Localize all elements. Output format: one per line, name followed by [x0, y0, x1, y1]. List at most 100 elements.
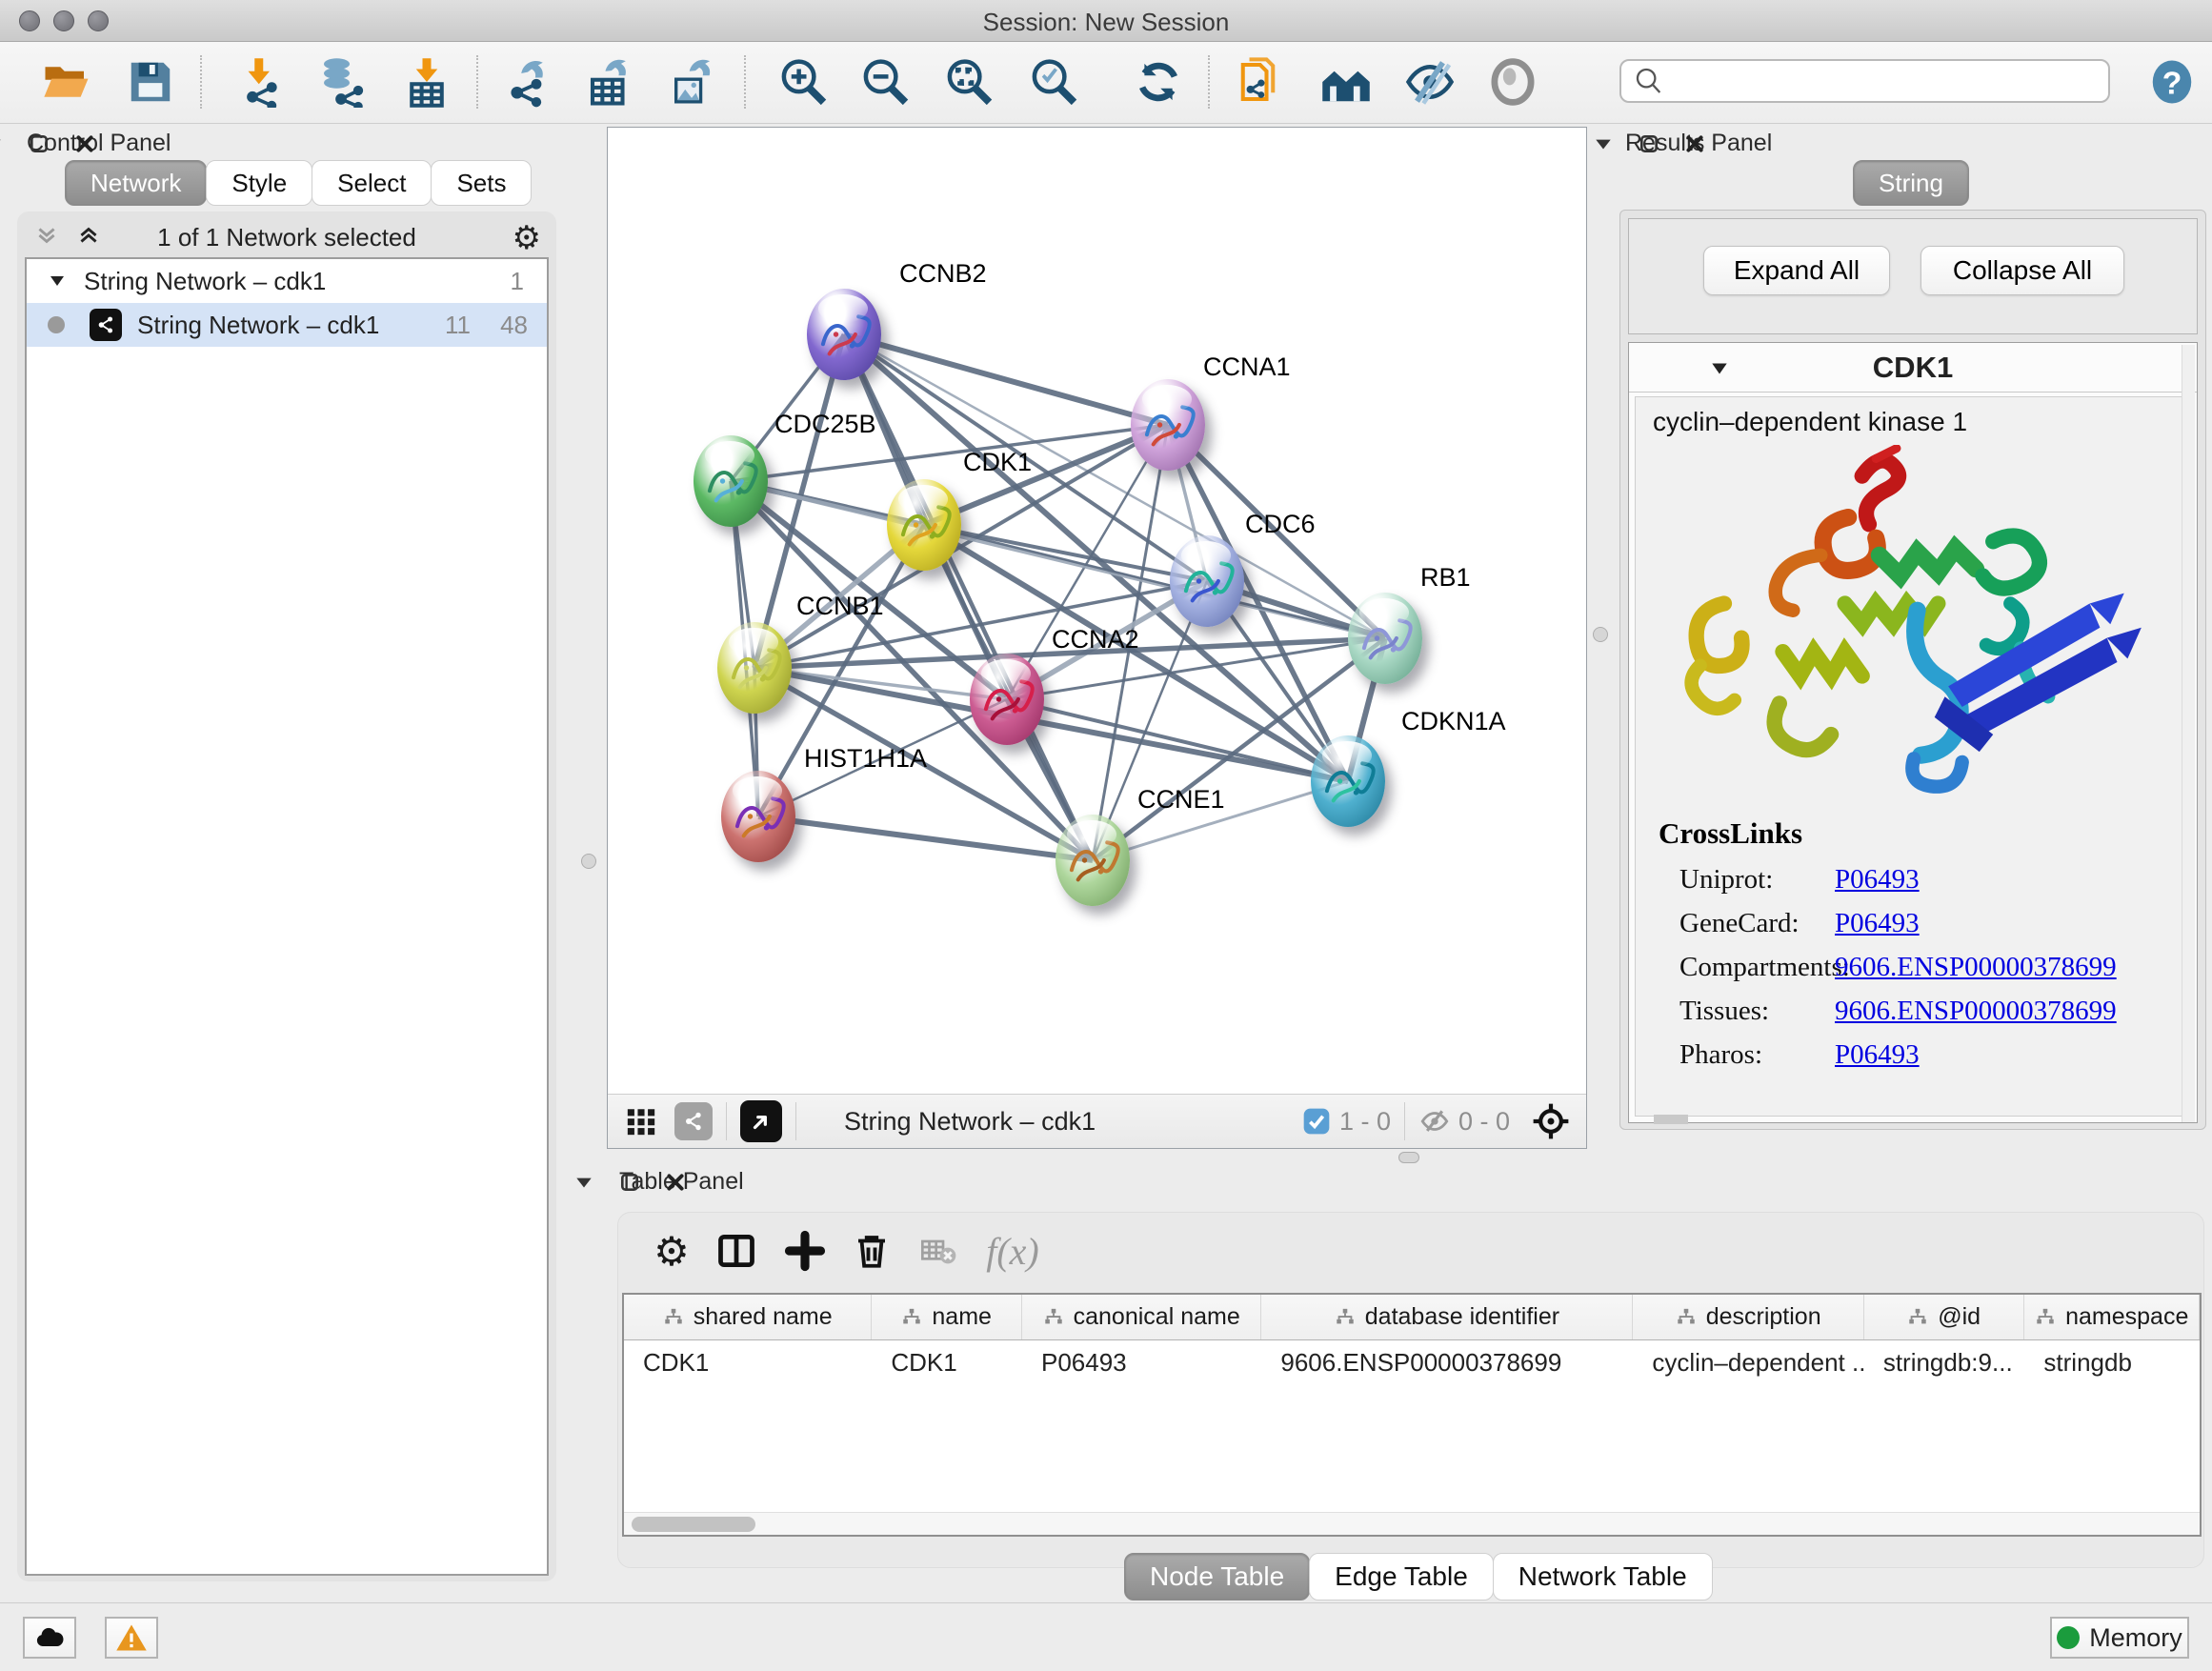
table-cell[interactable]: stringdb:9... [1864, 1340, 2025, 1384]
share-view-icon[interactable] [674, 1102, 713, 1140]
export-network-icon[interactable] [499, 53, 556, 111]
save-session-icon[interactable] [122, 53, 179, 111]
first-neighbors-icon[interactable] [1234, 53, 1291, 111]
expand-all-button[interactable]: Expand All [1703, 246, 1890, 295]
panel-float-icon[interactable] [1639, 133, 1659, 154]
results-scrollbar[interactable] [2182, 345, 2195, 1122]
column-header-database-identifier[interactable]: database identifier [1261, 1295, 1633, 1339]
home-layout-icon[interactable] [1317, 53, 1375, 111]
network-node-ccnb2[interactable] [807, 289, 881, 380]
crosslink-link[interactable]: 9606.ENSP00000378699 [1835, 952, 2117, 996]
cloud-status-button[interactable] [23, 1617, 76, 1659]
tab-network[interactable]: Network [65, 160, 207, 206]
help-icon[interactable]: ? [2145, 53, 2199, 111]
table-cell[interactable]: 9606.ENSP00000378699 [1261, 1340, 1633, 1384]
panel-float-icon[interactable] [29, 133, 50, 154]
vertical-splitter-handle-left[interactable] [581, 854, 596, 869]
delete-icon[interactable] [845, 1224, 898, 1278]
table-horizontal-scrollbar[interactable] [624, 1512, 2200, 1535]
panel-collapse-icon[interactable] [0, 133, 4, 154]
table-cell[interactable]: CDK1 [872, 1340, 1022, 1384]
network-node-ccna2[interactable] [970, 654, 1044, 745]
preview-eye-icon[interactable] [1484, 53, 1541, 111]
network-node-cdkn1a[interactable] [1311, 735, 1385, 827]
footer-separator [1404, 1102, 1405, 1140]
memory-button[interactable]: Memory [2050, 1617, 2189, 1659]
add-column-icon[interactable] [778, 1224, 832, 1278]
crosshair-icon[interactable] [1531, 1101, 1571, 1141]
tree-expander-icon[interactable] [48, 272, 67, 291]
tab-edge-table[interactable]: Edge Table [1309, 1553, 1494, 1601]
column-header-shared-name[interactable]: shared name [624, 1295, 872, 1339]
network-node-cdc6[interactable] [1170, 535, 1244, 627]
network-node-hist1h1a[interactable] [721, 771, 795, 862]
selected-checkbox[interactable] [1301, 1106, 1332, 1137]
search-input[interactable] [1619, 59, 2110, 103]
delete-table-icon[interactable] [912, 1224, 965, 1278]
column-header-name[interactable]: name [872, 1295, 1022, 1339]
network-node-ccnb1[interactable] [717, 622, 792, 714]
tab-style[interactable]: Style [206, 160, 312, 206]
tab-select[interactable]: Select [312, 160, 432, 206]
panel-float-icon[interactable] [619, 1172, 640, 1193]
table-cell[interactable]: CDK1 [624, 1340, 872, 1384]
import-database-icon[interactable] [312, 53, 370, 111]
gene-card-header[interactable]: CDK1 [1629, 343, 2197, 393]
open-session-icon[interactable] [38, 53, 95, 111]
scrollbar-thumb[interactable] [632, 1517, 755, 1532]
network-row-selected[interactable]: String Network – cdk1 11 48 [27, 303, 547, 347]
refresh-icon[interactable] [1130, 53, 1187, 111]
table-cell[interactable]: P06493 [1022, 1340, 1261, 1384]
tab-node-table[interactable]: Node Table [1124, 1553, 1310, 1601]
grid-view-icon[interactable] [625, 1105, 657, 1137]
zoom-fit-icon[interactable] [939, 53, 996, 111]
import-network-icon[interactable] [232, 53, 290, 111]
column-header-namespace[interactable]: namespace [2024, 1295, 2200, 1339]
tab-network-table[interactable]: Network Table [1493, 1553, 1713, 1601]
horizontal-splitter-handle[interactable] [1398, 1152, 1419, 1163]
gear-icon[interactable]: ⚙ [645, 1224, 698, 1278]
crosslink-link[interactable]: P06493 [1835, 1039, 1920, 1083]
crosslink-link[interactable]: P06493 [1835, 908, 1920, 952]
split-columns-icon[interactable] [710, 1224, 763, 1278]
network-node-ccna1[interactable] [1131, 379, 1205, 471]
vertical-splitter-handle-right[interactable] [1593, 627, 1608, 642]
export-image-icon[interactable] [663, 53, 720, 111]
table-cell[interactable]: cyclin–dependent ... [1633, 1340, 1863, 1384]
crosslink-link[interactable]: P06493 [1835, 864, 1920, 908]
network-canvas[interactable]: CCNB2 CCNA1 CDC25B CDK1 CDC6 RB1 [608, 128, 1586, 1094]
panel-close-icon[interactable] [1684, 133, 1705, 154]
network-node-cdk1[interactable] [887, 479, 961, 571]
panel-close-icon[interactable] [665, 1172, 686, 1193]
tab-sets[interactable]: Sets [431, 160, 532, 206]
column-header-canonical-name[interactable]: canonical name [1022, 1295, 1261, 1339]
zoom-selected-icon[interactable] [1024, 53, 1081, 111]
panel-close-icon[interactable] [74, 133, 95, 154]
warning-status-button[interactable] [105, 1617, 158, 1659]
panel-collapse-icon[interactable] [1593, 133, 1614, 154]
zoom-out-icon[interactable] [855, 53, 913, 111]
node-table[interactable]: shared name name canonical name database… [622, 1293, 2202, 1537]
crosslink-link[interactable]: 9606.ENSP00000378699 [1835, 996, 2117, 1039]
table-cell[interactable]: stringdb [2024, 1340, 2200, 1384]
function-builder[interactable]: f(x) [986, 1224, 1039, 1278]
network-options-gear-icon[interactable]: ⚙ [513, 219, 541, 257]
network-view: CCNB2 CCNA1 CDC25B CDK1 CDC6 RB1 [607, 127, 1587, 1149]
table-row[interactable]: CDK1CDK1P064939606.ENSP00000378699cyclin… [624, 1340, 2200, 1384]
network-node-cdc25b[interactable] [694, 435, 768, 527]
import-table-icon[interactable] [398, 53, 455, 111]
network-node-rb1[interactable] [1348, 593, 1422, 684]
network-collection-row[interactable]: String Network – cdk1 1 [27, 259, 547, 303]
hidden-eye-icon[interactable] [1418, 1105, 1451, 1137]
zoom-in-icon[interactable] [774, 53, 831, 111]
network-edge[interactable] [758, 816, 1093, 860]
column-header--id[interactable]: @id [1864, 1295, 2025, 1339]
panel-collapse-icon[interactable] [573, 1172, 594, 1193]
show-hide-icon[interactable] [1401, 53, 1458, 111]
column-header-description[interactable]: description [1633, 1295, 1863, 1339]
export-table-icon[interactable] [581, 53, 638, 111]
birdseye-icon[interactable] [740, 1100, 782, 1142]
tab-string[interactable]: String [1853, 160, 1969, 206]
network-node-ccne1[interactable] [1056, 815, 1130, 906]
collapse-all-button[interactable]: Collapse All [1920, 246, 2124, 295]
